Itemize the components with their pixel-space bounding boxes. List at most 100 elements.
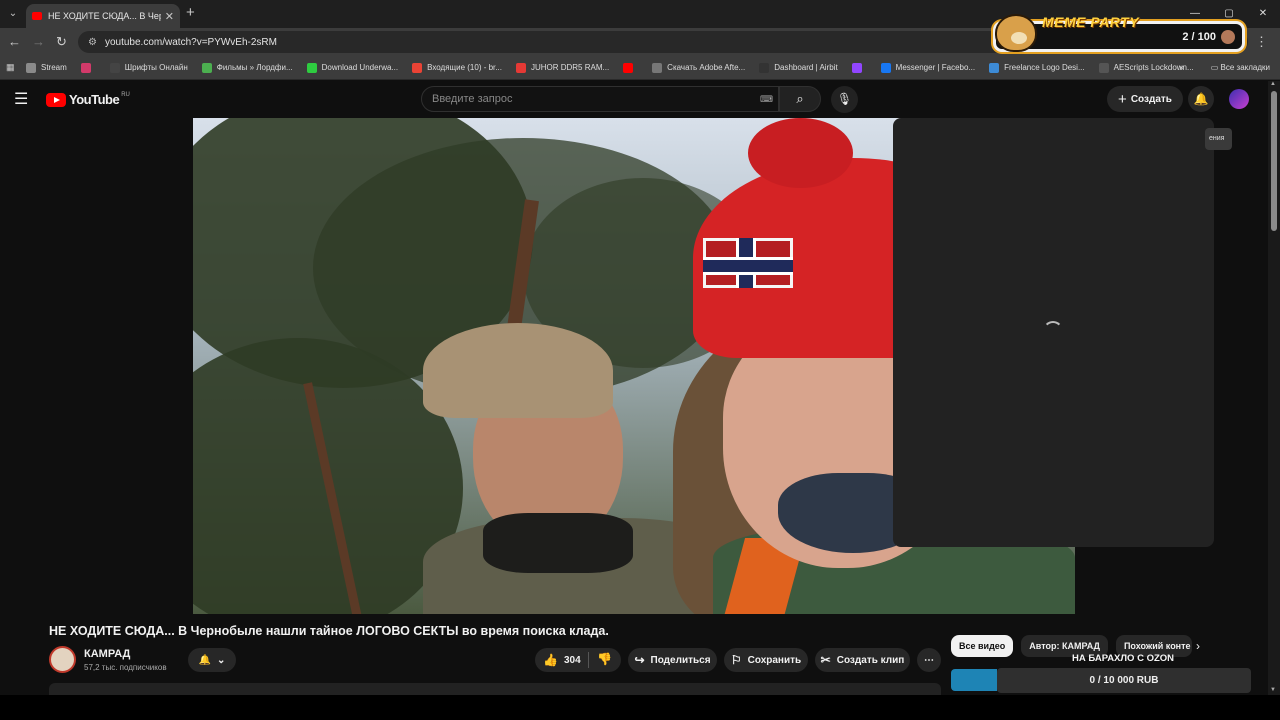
bookmark-item[interactable]: Download Underwa... bbox=[306, 62, 399, 73]
twitch-icon bbox=[851, 62, 862, 73]
chip-all-videos[interactable]: Все видео bbox=[951, 635, 1014, 657]
apps-grid-icon[interactable]: ▦ bbox=[6, 62, 16, 73]
keyboard-icon[interactable]: ⌨ bbox=[760, 94, 773, 105]
bookmark-label: Фильмы » Лордфи... bbox=[216, 63, 293, 72]
side-tag: ения bbox=[1205, 128, 1232, 150]
search-input[interactable] bbox=[421, 86, 779, 112]
chevron-right-icon[interactable]: › bbox=[1196, 639, 1200, 653]
back-icon[interactable]: ← bbox=[8, 34, 21, 49]
more-actions-button[interactable]: ⋯ bbox=[917, 648, 941, 672]
share-label: Поделиться bbox=[650, 654, 711, 666]
like-button[interactable]: 👍 304 👎 bbox=[535, 648, 621, 672]
bookmark-item[interactable]: Скачать Adobe Afte... bbox=[652, 62, 746, 73]
voice-search-button[interactable]: 🎙 bbox=[831, 86, 858, 113]
bookmark-item[interactable]: Messenger | Facebo... bbox=[880, 62, 976, 73]
site-icon bbox=[515, 62, 526, 73]
channel-name[interactable]: КАМРАД bbox=[84, 648, 130, 660]
norway-flag-patch bbox=[703, 238, 793, 288]
description-box[interactable] bbox=[49, 683, 941, 695]
donation-goal-title: НА БАРАХЛО С OZON bbox=[1072, 653, 1175, 664]
bookmark-label: Скачать Adobe Afte... bbox=[667, 63, 746, 72]
person-left-scarf bbox=[483, 513, 633, 573]
site-icon bbox=[306, 62, 317, 73]
subscription-bell-button[interactable]: 🔔 ⌄ bbox=[188, 648, 236, 672]
bookmark-label: Stream bbox=[41, 63, 67, 72]
hamburger-menu-icon[interactable]: ☰ bbox=[14, 89, 28, 109]
site-info-icon[interactable]: ⚙ bbox=[88, 37, 97, 48]
search-icon: ⌕ bbox=[796, 91, 804, 106]
bookmark-item[interactable] bbox=[851, 62, 867, 73]
bookmark-item[interactable]: JUHOR DDR5 RAM... bbox=[515, 62, 609, 73]
bookmark-item[interactable] bbox=[623, 62, 638, 73]
bookmark-item[interactable]: Freelance Logo Desi... bbox=[989, 62, 1085, 73]
create-label: Создать bbox=[1130, 93, 1172, 105]
bookmark-item[interactable]: Stream bbox=[26, 62, 67, 73]
youtube-header: ☰ YouTube RU ⌨ ⌕ 🎙 +Создать 🔔 bbox=[0, 81, 1268, 117]
close-window-icon[interactable]: ✕ bbox=[1246, 0, 1280, 28]
all-bookmarks[interactable]: ▭ Все закладки bbox=[1211, 63, 1270, 72]
new-tab-icon[interactable]: + bbox=[186, 4, 195, 21]
subscriber-count: 57,2 тыс. подписчиков bbox=[84, 663, 167, 672]
clip-button[interactable]: ✂ Создать клип bbox=[815, 648, 910, 672]
tab-search-dropdown-icon[interactable]: ⌄ bbox=[4, 5, 22, 23]
bookmark-item[interactable]: Dashboard | Airbit bbox=[759, 62, 838, 73]
person-left-cap bbox=[423, 323, 613, 418]
all-bookmarks-label: Все закладки bbox=[1220, 63, 1270, 72]
more-icon: ⋯ bbox=[924, 654, 934, 666]
thumbs-up-icon: 👍 bbox=[543, 653, 558, 667]
scroll-down-icon[interactable]: ▼ bbox=[1270, 687, 1276, 693]
share-button[interactable]: ↪ Поделиться bbox=[628, 648, 717, 672]
site-icon bbox=[1098, 62, 1109, 73]
related-video-thumbnail[interactable] bbox=[951, 669, 997, 691]
beanie-pompom bbox=[748, 118, 853, 188]
page-scrollbar[interactable]: ▲ ▼ bbox=[1268, 81, 1280, 695]
notifications-button[interactable]: 🔔 bbox=[1188, 86, 1214, 112]
forward-icon[interactable]: → bbox=[32, 34, 45, 49]
scrollbar-thumb[interactable] bbox=[1271, 91, 1277, 231]
browser-menu-icon[interactable]: ⋮ bbox=[1255, 34, 1268, 50]
bookmark-item[interactable] bbox=[80, 62, 96, 73]
close-tab-icon[interactable]: ✕ bbox=[165, 10, 174, 23]
scroll-up-icon[interactable]: ▲ bbox=[1270, 81, 1276, 87]
site-icon bbox=[201, 62, 212, 73]
account-avatar[interactable] bbox=[1229, 89, 1249, 109]
meme-party-title: MEME PARTY bbox=[1042, 14, 1140, 30]
bookmark-item[interactable]: Фильмы » Лордфи... bbox=[201, 62, 293, 73]
meme-party-widget: MEME PARTY 2 / 100 bbox=[993, 14, 1245, 52]
bookmark-label: Download Underwa... bbox=[321, 63, 399, 72]
save-button[interactable]: ⚐ Сохранить bbox=[724, 648, 808, 672]
youtube-logo[interactable]: YouTube RU bbox=[46, 92, 130, 107]
channel-avatar[interactable] bbox=[49, 646, 76, 673]
chevron-down-icon: ⌄ bbox=[217, 654, 226, 666]
bookmark-label: Dashboard | Airbit bbox=[774, 63, 838, 72]
site-icon bbox=[759, 62, 770, 73]
bookmark-label: Messenger | Facebo... bbox=[895, 63, 976, 72]
microphone-icon: 🎙 bbox=[836, 92, 853, 106]
folder-icon bbox=[26, 62, 36, 73]
site-icon bbox=[80, 62, 91, 73]
bookmarks-bar: ▦ Stream Шрифты Онлайн Фильмы » Лордфи... D… bbox=[0, 56, 1280, 80]
bell-icon: 🔔 bbox=[198, 654, 212, 666]
thumbs-down-icon[interactable]: 👎 bbox=[597, 652, 612, 666]
youtube-play-icon bbox=[46, 92, 66, 107]
reload-icon[interactable]: ↻ bbox=[56, 34, 67, 50]
loading-spinner-icon bbox=[1043, 321, 1063, 341]
folder-icon: ▭ bbox=[1210, 63, 1221, 72]
youtube-icon bbox=[623, 62, 634, 73]
create-button[interactable]: + Создать bbox=[1107, 86, 1183, 112]
bookmark-item[interactable]: Входящие (10) - br... bbox=[412, 62, 502, 73]
bookmark-item[interactable]: Шрифты Онлайн bbox=[109, 62, 188, 73]
more-bookmarks-icon[interactable]: » bbox=[1179, 62, 1184, 72]
scissors-icon: ✂ bbox=[820, 653, 831, 667]
browser-tab-active[interactable]: НЕ ХОДИТЕ СЮДА... В Чернобыле ✕ bbox=[26, 4, 180, 28]
bookmark-label: Freelance Logo Desi... bbox=[1004, 63, 1085, 72]
search-button[interactable]: ⌕ bbox=[779, 86, 821, 112]
doge-mascot-icon bbox=[995, 14, 1037, 52]
taskbar-strip bbox=[0, 695, 1280, 720]
share-icon: ↪ bbox=[634, 653, 645, 667]
side-tag-label: ения bbox=[1209, 135, 1225, 142]
site-icon bbox=[989, 62, 1000, 73]
video-title: НЕ ХОДИТЕ СЮДА... В Чернобыле нашли тайн… bbox=[49, 624, 609, 638]
facebook-icon bbox=[880, 62, 891, 73]
bookmark-label: Входящие (10) - br... bbox=[427, 63, 502, 72]
